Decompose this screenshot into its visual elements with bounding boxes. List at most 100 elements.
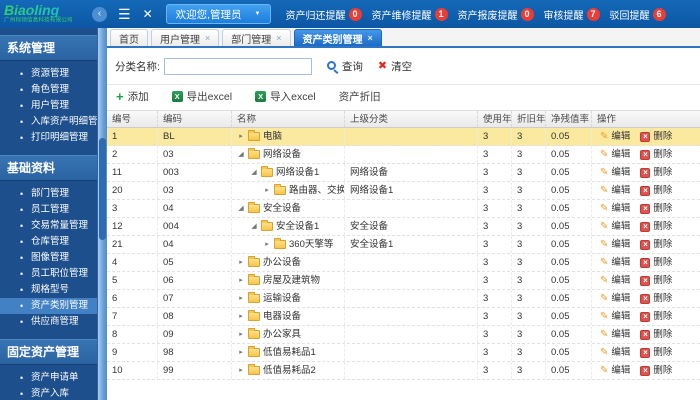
sidebar-item[interactable]: 入库资产明细管理 — [0, 114, 97, 130]
tree-toggle-icon[interactable]: ▸ — [263, 182, 271, 199]
tree-toggle-icon[interactable]: ▸ — [237, 272, 245, 289]
delete-button[interactable]: × 删除 — [640, 236, 672, 253]
edit-button[interactable]: ✎ 编辑 — [600, 164, 630, 181]
table-row[interactable]: 6 07 ▸ 运输设备 3 3 0.05 ✎ 编辑 × 删除 — [107, 290, 700, 308]
column-header-name[interactable]: 名称 — [232, 111, 345, 127]
tab-close-icon[interactable]: × — [205, 33, 210, 43]
delete-button[interactable]: × 删除 — [640, 308, 672, 325]
delete-button[interactable]: × 删除 — [640, 326, 672, 343]
tree-toggle-icon[interactable]: ◢ — [250, 164, 258, 181]
table-row[interactable]: 8 09 ▸ 办公家具 3 3 0.05 ✎ 编辑 × 删除 — [107, 326, 700, 344]
edit-button[interactable]: ✎ 编辑 — [600, 236, 630, 253]
sidebar-item[interactable]: 图像管理 — [0, 250, 97, 266]
tab-close-icon[interactable]: × — [368, 33, 373, 43]
delete-button[interactable]: × 删除 — [640, 128, 672, 145]
column-header-code[interactable]: 编码 — [158, 111, 232, 127]
export-excel-button[interactable]: X 导出excel — [171, 89, 232, 104]
table-row[interactable]: 1 BL ▸ 电脑 3 3 0.05 ✎ 编辑 × 删除 — [107, 128, 700, 146]
table-row[interactable]: 7 08 ▸ 电器设备 3 3 0.05 ✎ 编辑 × 删除 — [107, 308, 700, 326]
tree-toggle-icon[interactable]: ▸ — [237, 362, 245, 379]
close-button[interactable]: ✕ — [143, 7, 153, 21]
delete-button[interactable]: × 删除 — [640, 182, 672, 199]
tree-toggle-icon[interactable]: ▸ — [263, 236, 271, 253]
delete-button[interactable]: × 删除 — [640, 254, 672, 271]
edit-button[interactable]: ✎ 编辑 — [600, 326, 630, 343]
edit-button[interactable]: ✎ 编辑 — [600, 128, 630, 145]
clear-button[interactable]: ✖ 清空 — [378, 59, 412, 74]
table-row[interactable]: 12 004 ◢ 安全设备1 安全设备 3 3 0.05 ✎ 编辑 × 删除 — [107, 218, 700, 236]
sidebar-item[interactable]: 供应商管理 — [0, 314, 97, 330]
column-header-depreciation[interactable]: 折旧年限 — [512, 111, 546, 127]
sidebar-item[interactable]: 资产申请单 — [0, 370, 97, 386]
import-excel-button[interactable]: X 导入excel — [255, 89, 316, 104]
table-row[interactable]: 20 03 ▸ 路由器、交换机等网络服务 网络设备1 3 3 0.05 ✎ 编 — [107, 182, 700, 200]
tree-toggle-icon[interactable]: ◢ — [250, 218, 258, 235]
notification-link[interactable]: 审核提醒 7 — [544, 7, 600, 22]
table-row[interactable]: 2 03 ◢ 网络设备 3 3 0.05 ✎ 编辑 × 删除 — [107, 146, 700, 164]
edit-button[interactable]: ✎ 编辑 — [600, 146, 630, 163]
table-row[interactable]: 4 05 ▸ 办公设备 3 3 0.05 ✎ 编辑 × 删除 — [107, 254, 700, 272]
delete-button[interactable]: × 删除 — [640, 200, 672, 217]
delete-button[interactable]: × 删除 — [640, 218, 672, 235]
scrollbar-thumb[interactable] — [99, 138, 106, 240]
sidebar-item[interactable]: 资源管理 — [0, 66, 97, 82]
tree-toggle-icon[interactable]: ▸ — [237, 128, 245, 145]
table-row[interactable]: 11 003 ◢ 网络设备1 网络设备 3 3 0.05 ✎ 编辑 × 删除 — [107, 164, 700, 182]
sidebar-section-fixed-assets[interactable]: 固定资产管理 — [0, 339, 97, 365]
sidebar-collapse-button[interactable]: ‹ — [92, 6, 107, 22]
tree-toggle-icon[interactable]: ▸ — [237, 344, 245, 361]
delete-button[interactable]: × 删除 — [640, 272, 672, 289]
tree-toggle-icon[interactable]: ▸ — [237, 326, 245, 343]
delete-button[interactable]: × 删除 — [640, 362, 672, 379]
tab-close-icon[interactable]: × — [276, 33, 281, 43]
tab[interactable]: 部门管理 × — [222, 29, 291, 46]
notification-link[interactable]: 资产维修提醒 1 — [372, 7, 448, 22]
tab[interactable]: 资产类别管理 × — [293, 29, 382, 46]
delete-button[interactable]: × 删除 — [640, 344, 672, 361]
column-header-operations[interactable]: 操作 — [592, 111, 700, 127]
sidebar-item[interactable]: 用户管理 — [0, 98, 97, 114]
edit-button[interactable]: ✎ 编辑 — [600, 200, 630, 217]
edit-button[interactable]: ✎ 编辑 — [600, 272, 630, 289]
delete-button[interactable]: × 删除 — [640, 146, 672, 163]
tree-toggle-icon[interactable]: ◢ — [237, 146, 245, 163]
edit-button[interactable]: ✎ 编辑 — [600, 290, 630, 307]
edit-button[interactable]: ✎ 编辑 — [600, 362, 630, 379]
tree-toggle-icon[interactable]: ◢ — [237, 200, 245, 217]
sidebar-item[interactable]: 仓库管理 — [0, 234, 97, 250]
column-header-service-life[interactable]: 使用年限 — [478, 111, 512, 127]
notification-link[interactable]: 驳回提醒 6 — [610, 7, 666, 22]
tab[interactable]: 用户管理 × — [151, 29, 220, 46]
category-name-input[interactable] — [163, 58, 312, 75]
edit-button[interactable]: ✎ 编辑 — [600, 254, 630, 271]
sidebar-scrollbar[interactable] — [97, 28, 107, 400]
table-row[interactable]: 10 99 ▸ 低值易耗品2 3 3 0.05 ✎ 编辑 × 删除 — [107, 362, 700, 380]
menu-button[interactable]: ☰ — [118, 6, 131, 23]
sidebar-section-basic[interactable]: 基础资料 — [0, 155, 97, 181]
table-row[interactable]: 21 04 ▸ 360天擎等 安全设备1 3 3 0.05 ✎ 编辑 × 删除 — [107, 236, 700, 254]
sidebar-item[interactable]: 部门管理 — [0, 186, 97, 202]
sidebar-item[interactable]: 员工管理 — [0, 202, 97, 218]
column-header-residual[interactable]: 净残值率 — [546, 111, 592, 127]
sidebar-item[interactable]: 角色管理 — [0, 82, 97, 98]
sidebar-section-system[interactable]: 系统管理 — [0, 35, 97, 61]
tree-toggle-icon[interactable]: ▸ — [237, 290, 245, 307]
notification-link[interactable]: 资产报废提醒 0 — [458, 7, 534, 22]
sidebar-item[interactable]: 规格型号 — [0, 282, 97, 298]
edit-button[interactable]: ✎ 编辑 — [600, 182, 630, 199]
user-menu-button[interactable]: 欢迎您,管理员 ▼ — [165, 4, 271, 24]
table-row[interactable]: 3 04 ◢ 安全设备 3 3 0.05 ✎ 编辑 × 删除 — [107, 200, 700, 218]
edit-button[interactable]: ✎ 编辑 — [600, 344, 630, 361]
edit-button[interactable]: ✎ 编辑 — [600, 308, 630, 325]
table-row[interactable]: 5 06 ▸ 房屋及建筑物 3 3 0.05 ✎ 编辑 × 删除 — [107, 272, 700, 290]
add-button[interactable]: + 添加 — [116, 89, 149, 104]
sidebar-item[interactable]: 资产类别管理 — [0, 298, 97, 314]
edit-button[interactable]: ✎ 编辑 — [600, 218, 630, 235]
tree-toggle-icon[interactable]: ▸ — [237, 308, 245, 325]
tab[interactable]: 首页 — [110, 29, 148, 46]
delete-button[interactable]: × 删除 — [640, 164, 672, 181]
delete-button[interactable]: × 删除 — [640, 290, 672, 307]
tree-toggle-icon[interactable]: ▸ — [237, 254, 245, 271]
column-header-number[interactable]: 编号 — [107, 111, 158, 127]
query-button[interactable]: 查询 — [326, 59, 363, 74]
